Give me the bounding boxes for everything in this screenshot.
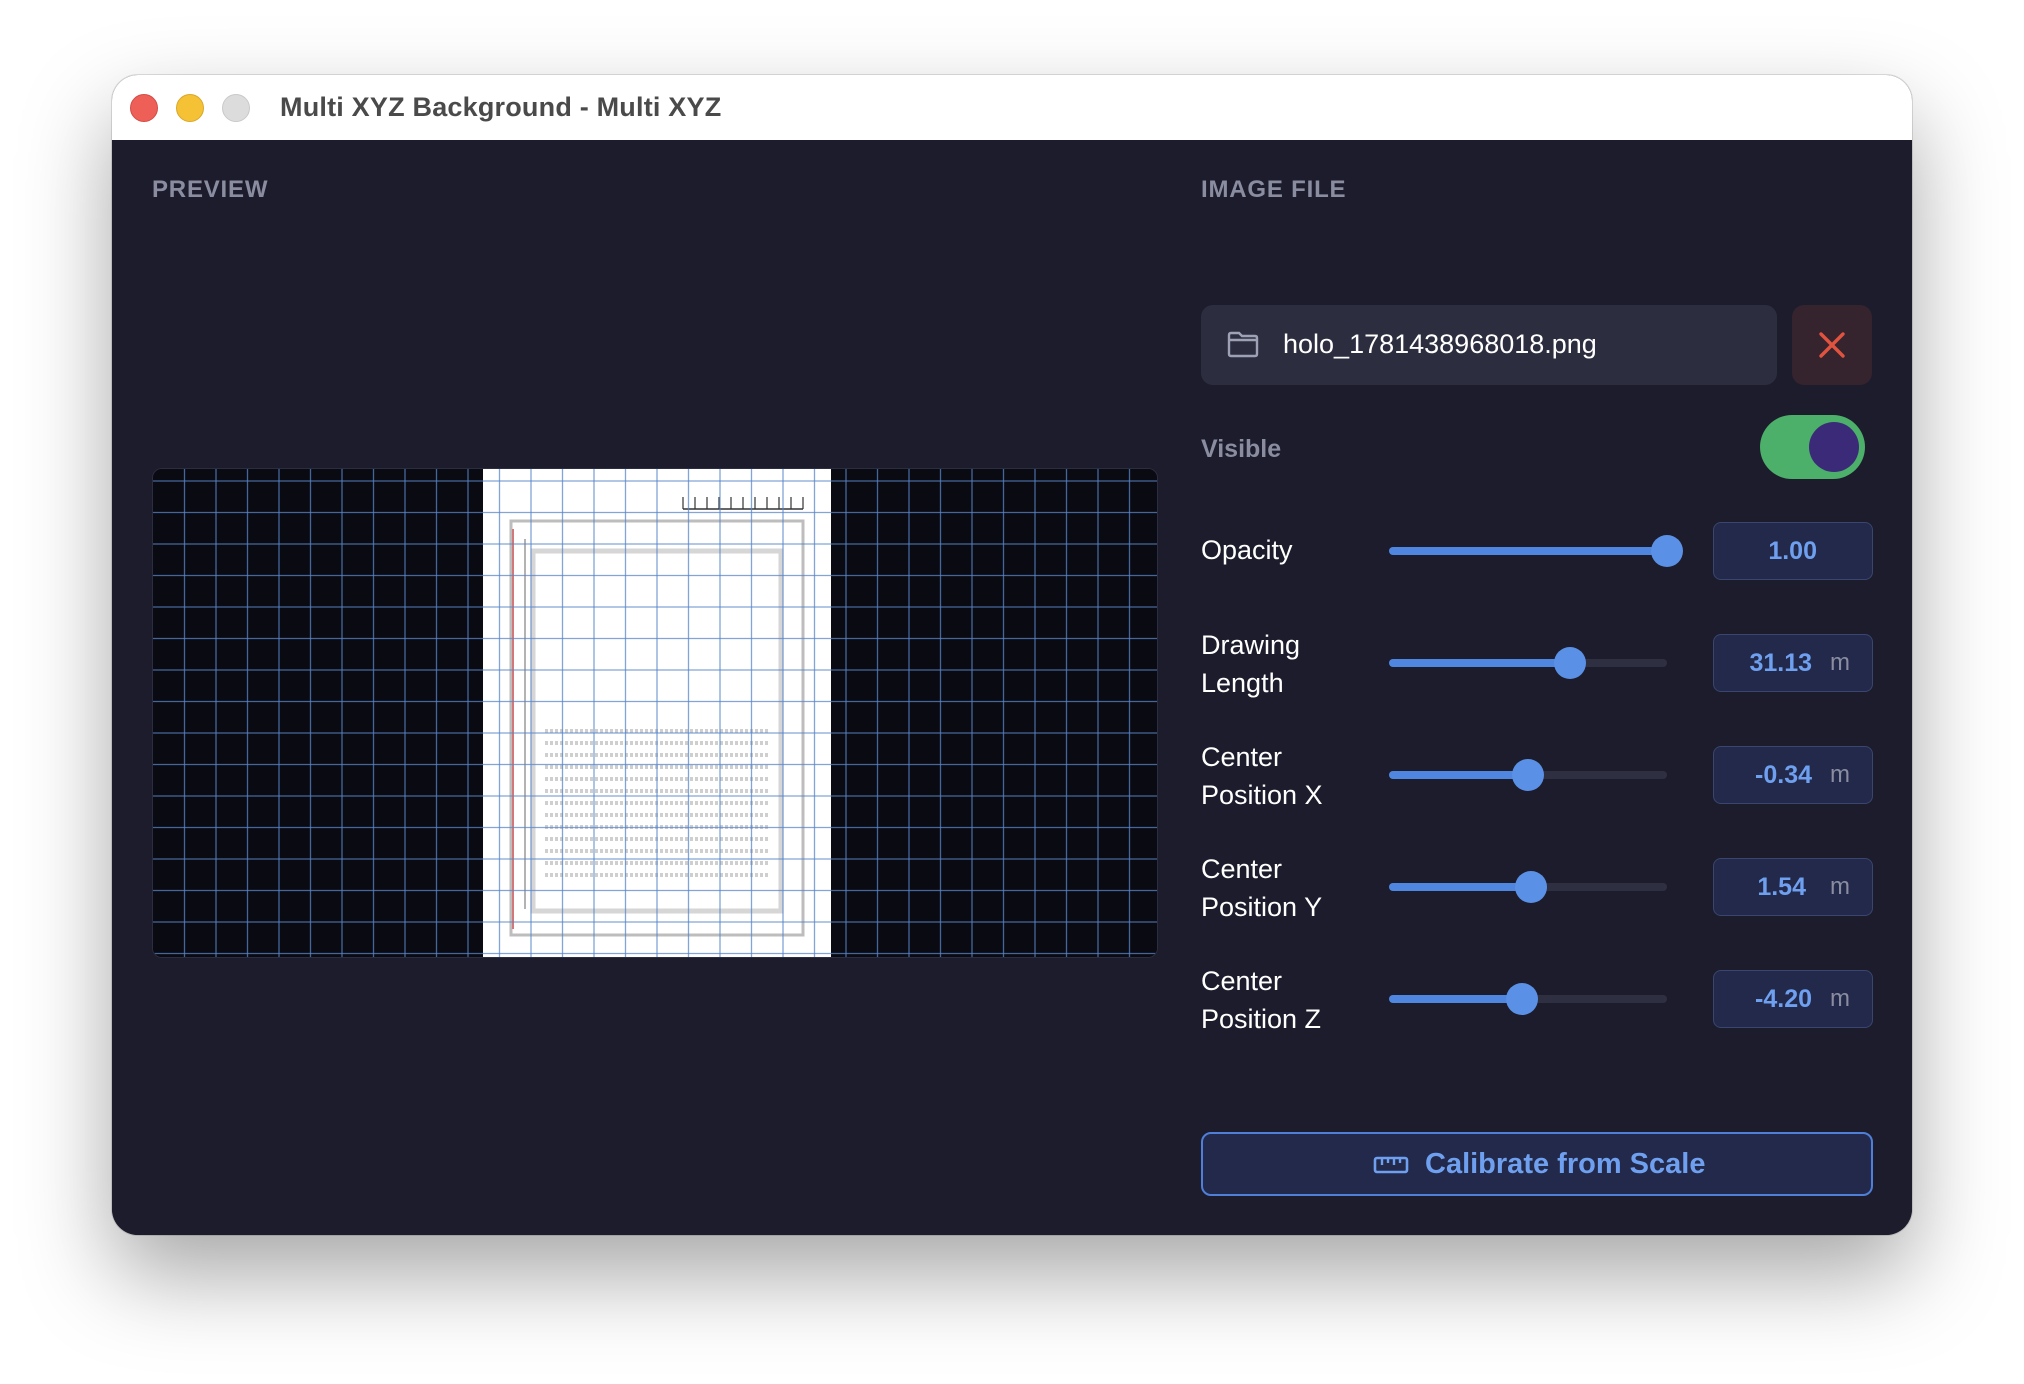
center-y-slider[interactable] xyxy=(1389,871,1667,903)
drawing-length-slider[interactable] xyxy=(1389,647,1667,679)
file-name: holo_1781438968018.png xyxy=(1283,329,1597,359)
visible-label: Visible xyxy=(1201,435,1282,463)
opacity-value: 1.00 xyxy=(1768,537,1817,565)
center-x-slider[interactable] xyxy=(1389,759,1667,791)
drawing-length-label-line1: Drawing xyxy=(1201,630,1301,660)
center-y-value: 1.54 xyxy=(1757,873,1806,901)
app-window: Multi XYZ Background - Multi XYZ PREVIEW… xyxy=(112,75,1912,1235)
opacity-input[interactable]: 1.00 xyxy=(1713,522,1873,580)
slider-fill xyxy=(1389,883,1531,891)
title-bar: Multi XYZ Background - Multi XYZ xyxy=(112,75,1912,141)
drawing-length-input[interactable]: 31.13 m xyxy=(1713,634,1873,692)
slider-thumb[interactable] xyxy=(1512,759,1544,791)
opacity-label: Opacity xyxy=(1201,535,1293,565)
center-z-label-line1: Center xyxy=(1201,966,1283,996)
center-x-unit: m xyxy=(1830,761,1850,788)
close-window-button[interactable] xyxy=(130,94,158,122)
preview-label: PREVIEW xyxy=(152,176,269,203)
maximize-window-button[interactable] xyxy=(222,94,250,122)
ruler-icon xyxy=(1373,1156,1409,1174)
main-content: PREVIEW IMAGE FILE holo_1781438968018.pn… xyxy=(112,140,1912,1235)
slider-fill xyxy=(1389,995,1522,1003)
center-z-label: Center Position Z xyxy=(1201,962,1321,1038)
center-y-label: Center Position Y xyxy=(1201,850,1322,926)
center-z-slider[interactable] xyxy=(1389,983,1667,1015)
slider-thumb[interactable] xyxy=(1515,871,1547,903)
toggle-knob xyxy=(1809,422,1859,472)
slider-fill xyxy=(1389,547,1667,555)
drawing-length-label: Drawing Length xyxy=(1201,626,1300,702)
preview-image xyxy=(153,469,1157,957)
calibrate-label: Calibrate from Scale xyxy=(1425,1148,1706,1180)
preview-canvas xyxy=(152,468,1158,958)
center-y-unit: m xyxy=(1830,873,1850,900)
center-x-label-line2: Position X xyxy=(1201,780,1323,810)
window-title: Multi XYZ Background - Multi XYZ xyxy=(280,92,722,122)
center-y-input[interactable]: 1.54 m xyxy=(1713,858,1873,916)
center-y-label-line2: Position Y xyxy=(1201,892,1323,922)
visible-toggle[interactable] xyxy=(1760,415,1865,479)
minimize-window-button[interactable] xyxy=(176,94,204,122)
center-x-label-line1: Center xyxy=(1201,742,1283,772)
folder-icon xyxy=(1227,331,1259,358)
center-y-label-line1: Center xyxy=(1201,854,1283,884)
center-z-input[interactable]: -4.20 m xyxy=(1713,970,1873,1028)
opacity-slider[interactable] xyxy=(1389,535,1683,567)
slider-thumb[interactable] xyxy=(1506,983,1538,1015)
drawing-length-unit: m xyxy=(1830,649,1850,676)
slider-thumb[interactable] xyxy=(1651,535,1683,567)
center-x-value: -0.34 xyxy=(1755,761,1812,789)
drawing-length-label-line2: Length xyxy=(1201,668,1284,698)
center-z-label-line2: Position Z xyxy=(1201,1004,1322,1034)
slider-thumb[interactable] xyxy=(1554,647,1586,679)
close-icon xyxy=(1819,332,1845,358)
file-picker[interactable]: holo_1781438968018.png xyxy=(1201,305,1777,385)
center-z-unit: m xyxy=(1830,985,1850,1012)
center-z-value: -4.20 xyxy=(1755,985,1812,1013)
center-x-input[interactable]: -0.34 m xyxy=(1713,746,1873,804)
slider-fill xyxy=(1389,659,1570,667)
center-x-label: Center Position X xyxy=(1201,738,1323,814)
drawing-length-value: 31.13 xyxy=(1749,649,1812,677)
image-file-label: IMAGE FILE xyxy=(1201,176,1347,203)
calibrate-from-scale-button[interactable]: Calibrate from Scale xyxy=(1201,1132,1873,1196)
remove-image-button[interactable] xyxy=(1792,305,1872,385)
slider-fill xyxy=(1389,771,1528,779)
